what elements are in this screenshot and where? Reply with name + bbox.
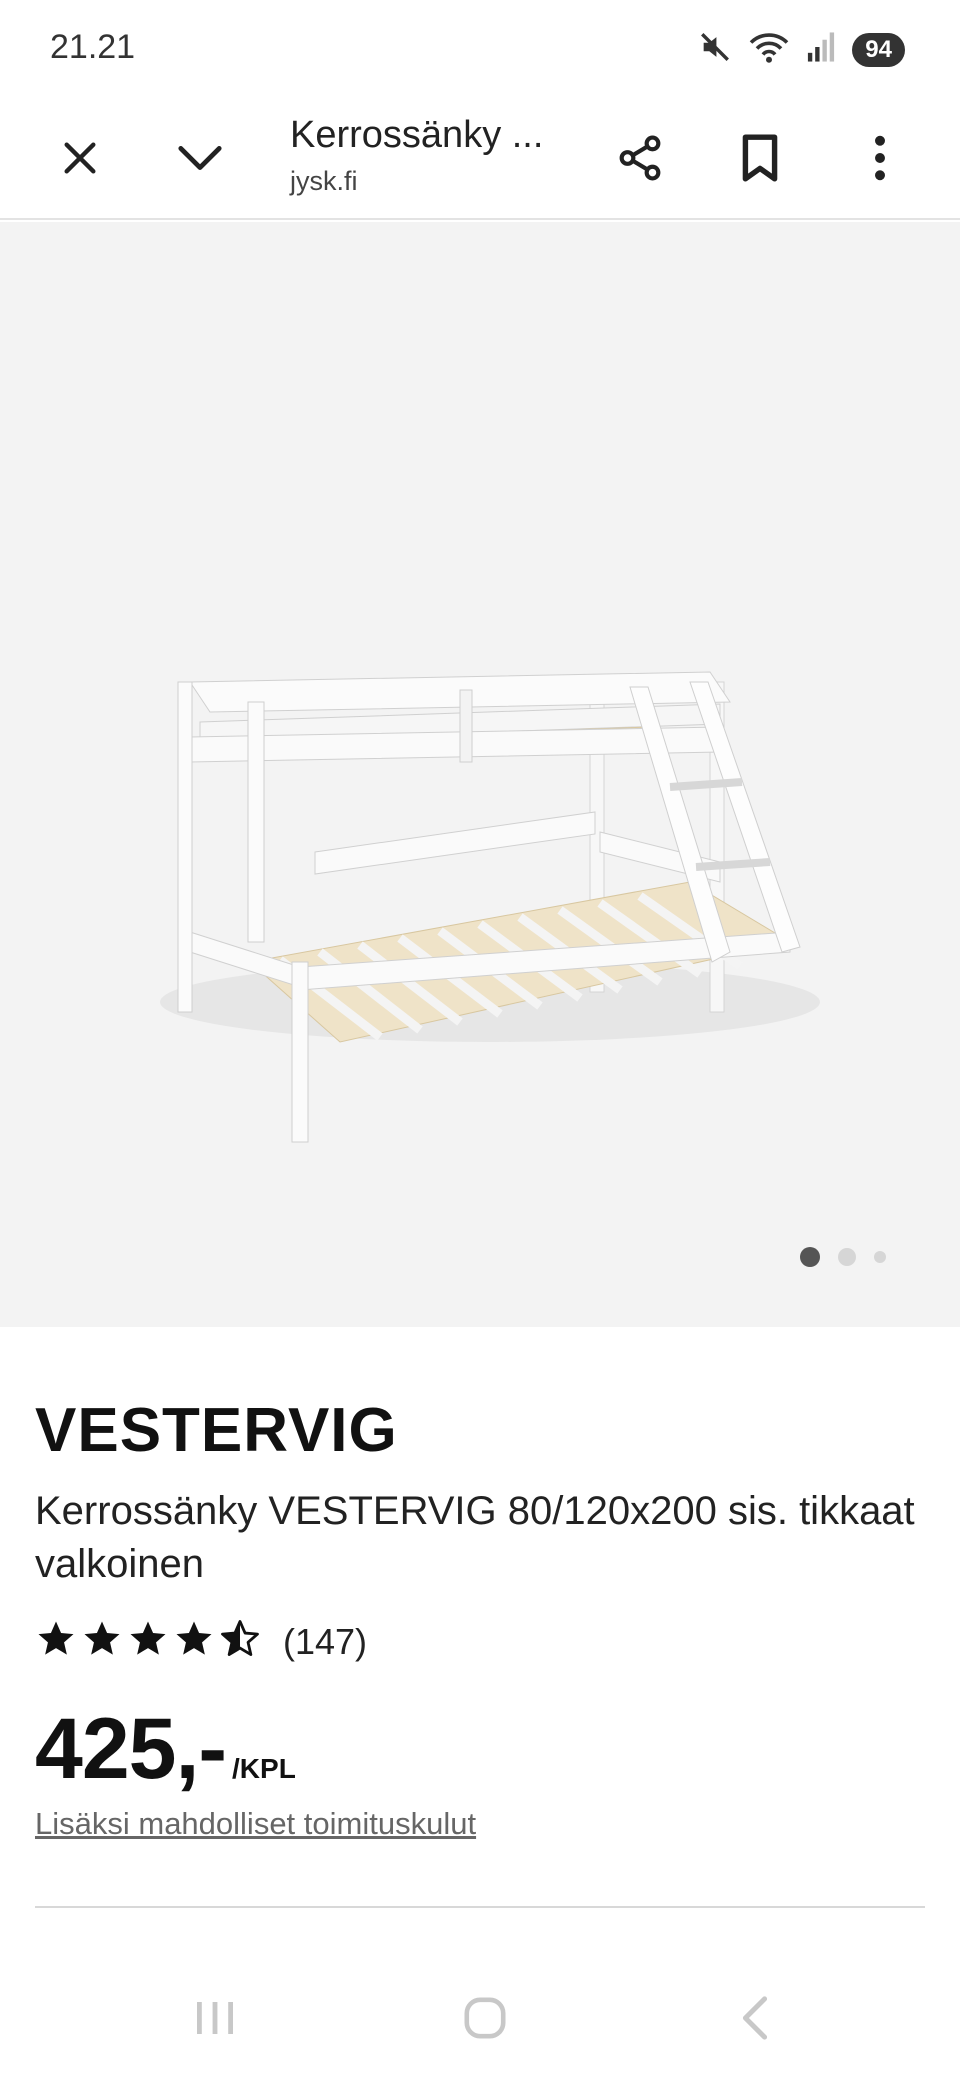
star-full-icon xyxy=(173,1618,215,1665)
minimize-button[interactable] xyxy=(160,120,240,200)
star-full-icon xyxy=(35,1618,77,1665)
product-brand: VESTERVIG xyxy=(35,1396,398,1465)
star-full-icon xyxy=(81,1618,123,1665)
close-button[interactable] xyxy=(40,120,120,200)
status-bar: 21.21 94 xyxy=(0,0,960,100)
product-image xyxy=(160,671,820,1143)
star-half-icon xyxy=(219,1618,261,1665)
page-domain: jysk.fi xyxy=(290,166,358,196)
back-icon xyxy=(738,1995,772,2046)
bookmark-button[interactable] xyxy=(720,120,800,200)
status-time: 21.21 xyxy=(50,28,136,66)
delivery-costs-link[interactable]: Lisäksi mahdolliset toimituskulut xyxy=(35,1806,476,1842)
recent-apps-icon xyxy=(193,1998,237,2043)
share-button[interactable] xyxy=(600,120,680,200)
back-button[interactable] xyxy=(705,1980,805,2060)
chevron-down-icon xyxy=(176,143,224,178)
system-nav-bar xyxy=(0,1960,960,2080)
product-rating[interactable]: (147) xyxy=(35,1618,367,1665)
mute-icon xyxy=(698,30,732,69)
page-title: Kerrossänky ... xyxy=(290,114,544,156)
star-full-icon xyxy=(127,1618,169,1665)
review-count[interactable]: (147) xyxy=(283,1621,367,1663)
status-icons: 94 xyxy=(698,30,905,69)
signal-icon xyxy=(806,31,836,68)
product-image-gallery[interactable] xyxy=(0,222,960,1327)
page-title-area[interactable]: Kerrossänky ... jysk.fi xyxy=(290,106,580,198)
gallery-dot[interactable] xyxy=(838,1248,856,1266)
home-button[interactable] xyxy=(435,1980,535,2060)
home-icon xyxy=(462,1995,508,2046)
product-description: Kerrossänky VESTERVIG 80/120x200 sis. ti… xyxy=(35,1489,915,1586)
gallery-dot-active[interactable] xyxy=(800,1247,820,1267)
price-unit: /KPL xyxy=(232,1753,296,1784)
product-price: 425,- xyxy=(35,1701,227,1797)
bookmark-icon xyxy=(738,133,782,188)
rating-stars xyxy=(35,1618,261,1665)
recent-apps-button[interactable] xyxy=(165,1980,265,2060)
gallery-pagination xyxy=(800,1247,886,1267)
battery-icon: 94 xyxy=(852,32,905,67)
divider xyxy=(35,1906,925,1908)
gallery-dot[interactable] xyxy=(874,1251,886,1263)
more-vert-icon xyxy=(873,135,887,186)
close-icon xyxy=(60,138,100,183)
price-row: 425,- /KPL xyxy=(35,1700,296,1799)
wifi-icon xyxy=(748,30,790,69)
custom-tab-toolbar: Kerrossänky ... jysk.fi xyxy=(0,100,960,220)
share-icon xyxy=(615,133,665,188)
more-options-button[interactable] xyxy=(840,120,920,200)
